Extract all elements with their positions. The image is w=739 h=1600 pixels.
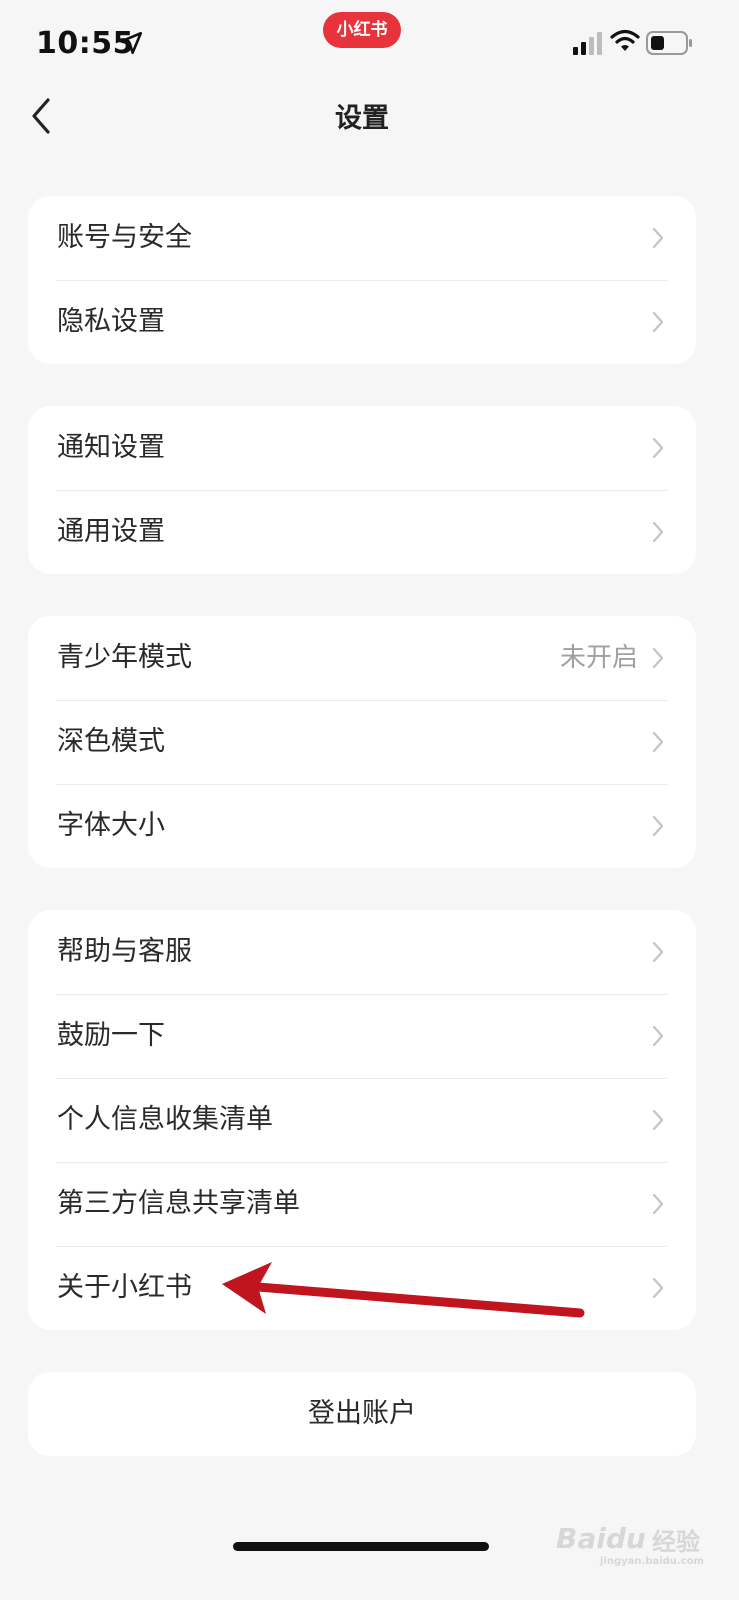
chevron-right-icon — [652, 437, 664, 459]
teen-mode-status: 未开启 — [559, 643, 638, 673]
chevron-right-icon — [652, 941, 664, 963]
settings-group-about: 帮助与客服 鼓励一下 个人信息收集清单 第三方信息共享清单 关于小红书 — [28, 910, 696, 1330]
watermark-text: 经验 — [652, 1528, 700, 1556]
row-label: 账号与安全 — [57, 222, 192, 253]
watermark-url: jingyan.baidu.com — [600, 1556, 704, 1567]
row-label: 隐私设置 — [57, 306, 165, 337]
battery-icon — [646, 31, 692, 55]
settings-group-display: 青少年模式 未开启 深色模式 字体大小 — [28, 616, 696, 868]
chevron-right-icon — [652, 1109, 664, 1131]
row-label: 字体大小 — [57, 810, 165, 841]
settings-row-account-security[interactable]: 账号与安全 — [28, 196, 696, 280]
chevron-right-icon — [652, 731, 664, 753]
settings-group-general: 通知设置 通用设置 — [28, 406, 696, 574]
wifi-icon — [610, 29, 640, 51]
row-label: 青少年模式 — [57, 642, 192, 673]
settings-row-help[interactable]: 帮助与客服 — [28, 910, 696, 994]
settings-row-third-party-sharing[interactable]: 第三方信息共享清单 — [28, 1162, 696, 1246]
settings-row-notifications[interactable]: 通知设置 — [28, 406, 696, 490]
chevron-right-icon — [652, 647, 664, 669]
settings-row-general[interactable]: 通用设置 — [28, 490, 696, 574]
settings-row-encourage[interactable]: 鼓励一下 — [28, 994, 696, 1078]
row-label: 关于小红书 — [57, 1272, 192, 1303]
row-label: 通用设置 — [57, 516, 165, 547]
chevron-right-icon — [652, 227, 664, 249]
baidu-jingyan-watermark: Baidu 经验 jingyan.baidu.com — [556, 1486, 716, 1576]
chevron-right-icon — [652, 1193, 664, 1215]
watermark-logo: Baidu — [556, 1522, 646, 1555]
cellular-signal-icon — [573, 32, 602, 55]
chevron-right-icon — [652, 521, 664, 543]
row-label: 个人信息收集清单 — [57, 1104, 273, 1135]
page-title: 设置 — [335, 103, 389, 134]
settings-row-teen-mode[interactable]: 青少年模式 未开启 — [28, 616, 696, 700]
settings-row-dark-mode[interactable]: 深色模式 — [28, 700, 696, 784]
settings-group-account: 账号与安全 隐私设置 — [28, 196, 696, 364]
logout-button[interactable]: 登出账户 — [28, 1372, 696, 1456]
settings-row-font-size[interactable]: 字体大小 — [28, 784, 696, 868]
navigation-bar: 设置 — [0, 80, 739, 150]
chevron-right-icon — [652, 1277, 664, 1299]
chevron-right-icon — [652, 1025, 664, 1047]
row-label: 深色模式 — [57, 726, 165, 757]
chevron-right-icon — [652, 815, 664, 837]
settings-row-about[interactable]: 关于小红书 — [28, 1246, 696, 1330]
location-arrow-icon — [119, 31, 143, 55]
home-indicator[interactable] — [233, 1542, 489, 1551]
settings-row-privacy[interactable]: 隐私设置 — [28, 280, 696, 364]
settings-row-personal-info-list[interactable]: 个人信息收集清单 — [28, 1078, 696, 1162]
row-label: 第三方信息共享清单 — [57, 1188, 300, 1219]
row-label: 帮助与客服 — [57, 936, 192, 967]
row-label: 鼓励一下 — [57, 1020, 165, 1051]
app-badge[interactable]: 小红书 — [323, 12, 401, 48]
row-label: 通知设置 — [57, 432, 165, 463]
status-bar: 10:55 小红书 — [0, 0, 739, 90]
chevron-right-icon — [652, 311, 664, 333]
